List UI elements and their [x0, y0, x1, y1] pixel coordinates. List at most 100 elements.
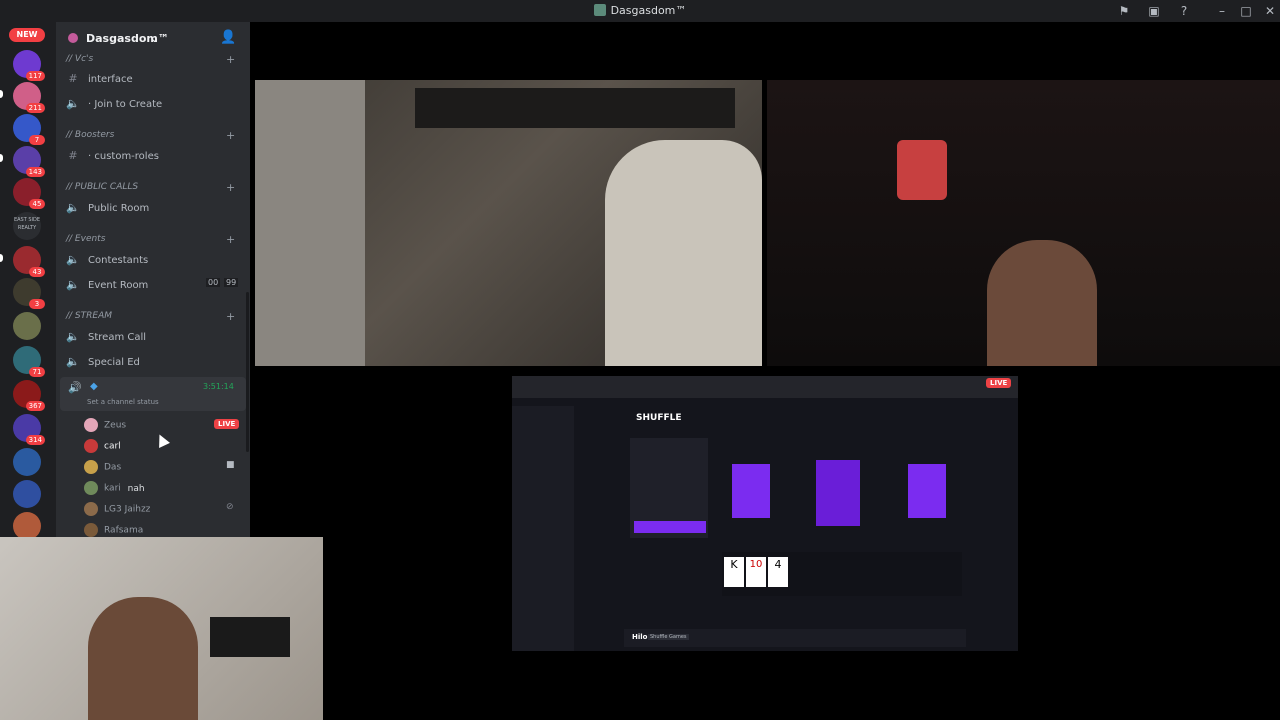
- user-limit: 99: [224, 278, 239, 287]
- server-icon[interactable]: 314: [13, 414, 45, 445]
- voice-user[interactable]: Zeus LIVE: [84, 418, 240, 436]
- speaker-icon: 🔈: [66, 97, 80, 110]
- new-badge: NEW: [9, 28, 45, 42]
- person: [605, 140, 762, 366]
- gem-icon: ◆: [90, 381, 98, 392]
- add-channel-icon[interactable]: +: [226, 53, 235, 66]
- category-public-calls[interactable]: // PUBLIC CALLS +: [66, 181, 235, 194]
- video-tile[interactable]: [255, 80, 762, 366]
- server-icon[interactable]: [13, 448, 41, 476]
- bet-button[interactable]: [634, 521, 706, 533]
- tv: [210, 617, 290, 657]
- channel-stream-call[interactable]: 🔈 Stream Call: [66, 330, 146, 343]
- unread-indicator: [0, 154, 3, 162]
- avatar: [84, 481, 98, 495]
- server-icon[interactable]: 71: [13, 346, 45, 377]
- channel-contestants[interactable]: 🔈 Contestants: [66, 253, 148, 266]
- server-icon[interactable]: 143: [13, 146, 45, 177]
- channel-special-ed[interactable]: 🔈 Special Ed: [66, 355, 140, 368]
- add-member-icon[interactable]: 👤: [220, 30, 236, 45]
- server-icon[interactable]: 43: [13, 246, 45, 277]
- server-icon[interactable]: 367: [13, 380, 45, 411]
- server-icon[interactable]: [13, 512, 41, 540]
- server-icon[interactable]: EAST SIDE REALTY: [13, 212, 41, 240]
- screen-share[interactable]: LIVE SHUFFLE K 10 4 Hilo Shuffle Games: [512, 376, 1018, 651]
- camera-icon: ■: [226, 460, 235, 470]
- category-boosters[interactable]: // Boosters +: [66, 129, 235, 142]
- server-header[interactable]: Dasgasdom™ ⌄ 👤: [56, 22, 250, 56]
- speaker-icon: 🔈: [66, 201, 80, 214]
- window-title: Dasgasdom™: [0, 4, 1280, 17]
- minimize-button[interactable]: –: [1214, 3, 1230, 19]
- avatar: [84, 460, 98, 474]
- window: [415, 88, 735, 128]
- game-provider: Shuffle Games: [648, 634, 689, 640]
- speaker-icon: 🔈: [66, 355, 80, 368]
- hash-icon: #: [68, 149, 78, 162]
- current-card: [816, 460, 860, 526]
- voice-user[interactable]: LG3 Jaihzz ⊘: [84, 502, 234, 520]
- mute-icon: ⊘: [226, 502, 234, 512]
- hash-icon: #: [68, 72, 78, 85]
- site-sidebar: [512, 406, 574, 651]
- channel-sidebar: Dasgasdom™ ⌄ 👤 // Vc's + # interface 🔈 · Jo…: [56, 22, 250, 542]
- maximize-button[interactable]: □: [1238, 3, 1254, 19]
- speaker-icon: 🔈: [66, 278, 80, 291]
- user-count: 00: [206, 278, 221, 287]
- speaker-icon: 🔈: [66, 253, 80, 266]
- speaker-icon: 🔈: [66, 330, 80, 343]
- video-tile[interactable]: [0, 537, 323, 720]
- browser-bar: [512, 376, 1018, 398]
- person: [88, 597, 198, 720]
- site-logo: SHUFFLE: [636, 413, 682, 423]
- inbox-icon[interactable]: ▣: [1146, 3, 1162, 19]
- call-timer: 3:51:14: [203, 382, 234, 391]
- server-icon[interactable]: [13, 480, 41, 508]
- playing-card: K: [724, 557, 744, 587]
- category-stream[interactable]: // STREAM +: [66, 310, 235, 323]
- add-channel-icon[interactable]: +: [226, 181, 235, 194]
- help-icon[interactable]: ?: [1176, 3, 1192, 19]
- server-list: NEW 117 211 7 143 45 EAST SIDE REALTY 43…: [0, 22, 56, 542]
- channel-event-room[interactable]: 🔈 Event Room 00 99: [66, 278, 239, 291]
- category-vcs[interactable]: // Vc's +: [66, 53, 235, 66]
- speaker-icon: 🔊: [68, 381, 82, 394]
- channel-interface[interactable]: # interface: [66, 72, 132, 85]
- close-button[interactable]: ✕: [1262, 3, 1278, 19]
- avatar: [84, 502, 98, 516]
- server-icon: [68, 33, 78, 43]
- door: [255, 80, 365, 366]
- avatar: [84, 523, 98, 537]
- unread-indicator: [0, 90, 3, 98]
- playing-card: 4: [768, 557, 788, 587]
- channel-join-to-create[interactable]: 🔈 · Join to Create: [66, 97, 162, 110]
- channel-active-voice[interactable]: 🔊 ◆ 3:51:14 Set a channel status: [60, 377, 246, 411]
- higher-card[interactable]: [732, 464, 770, 518]
- flag-icon[interactable]: ⚑: [1116, 3, 1132, 19]
- add-channel-icon[interactable]: +: [226, 233, 235, 246]
- avatar: [84, 418, 98, 432]
- voice-user[interactable]: carl: [84, 439, 121, 457]
- server-icon[interactable]: 7: [13, 114, 45, 145]
- live-badge: LIVE: [986, 378, 1012, 388]
- server-icon: [593, 4, 606, 16]
- server-icon[interactable]: 117: [13, 50, 45, 81]
- server-icon[interactable]: [13, 312, 41, 340]
- voice-user[interactable]: Das ■: [84, 460, 235, 478]
- add-channel-icon[interactable]: +: [226, 310, 235, 323]
- channel-public-room[interactable]: 🔈 Public Room: [66, 201, 149, 214]
- add-channel-icon[interactable]: +: [226, 129, 235, 142]
- scrollbar[interactable]: [246, 292, 249, 452]
- category-events[interactable]: // Events +: [66, 233, 235, 246]
- channel-status[interactable]: Set a channel status: [87, 398, 159, 406]
- person: [987, 240, 1097, 366]
- voice-user[interactable]: kari nah: [84, 481, 145, 499]
- playing-card: 10: [746, 557, 766, 587]
- chevron-down-icon[interactable]: ⌄: [150, 32, 159, 45]
- video-tile[interactable]: [767, 80, 1280, 366]
- server-icon[interactable]: 211: [13, 82, 45, 113]
- server-icon[interactable]: 45: [13, 178, 45, 209]
- server-icon[interactable]: 3: [13, 278, 45, 309]
- lower-card[interactable]: [908, 464, 946, 518]
- channel-custom-roles[interactable]: # · custom-roles: [66, 149, 159, 162]
